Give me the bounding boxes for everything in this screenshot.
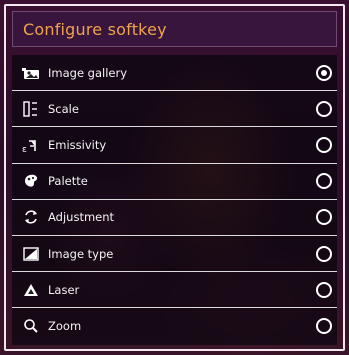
option-emissivity[interactable]: ε Emissivity bbox=[12, 127, 337, 164]
softkey-option-list: Image gallery Scale ε Emissivity Palette… bbox=[12, 55, 337, 345]
radio-unselected[interactable] bbox=[316, 318, 332, 335]
radio-unselected[interactable] bbox=[316, 136, 332, 153]
palette-icon bbox=[20, 172, 42, 190]
page-title: Configure softkey bbox=[23, 19, 167, 39]
image-gallery-icon bbox=[20, 64, 42, 82]
option-laser[interactable]: Laser bbox=[12, 272, 337, 309]
option-image-gallery[interactable]: Image gallery bbox=[12, 55, 337, 92]
radio-unselected[interactable] bbox=[316, 281, 332, 298]
emissivity-icon: ε bbox=[20, 136, 42, 154]
option-zoom[interactable]: Zoom bbox=[12, 308, 337, 345]
svg-text:ε: ε bbox=[22, 145, 27, 153]
image-type-icon bbox=[20, 245, 42, 263]
option-label: Palette bbox=[48, 174, 88, 189]
scale-icon bbox=[20, 100, 42, 118]
option-label: Image gallery bbox=[48, 65, 128, 80]
option-label: Emissivity bbox=[48, 137, 107, 152]
dialog-title-bar: Configure softkey bbox=[12, 11, 337, 47]
option-label: Laser bbox=[48, 282, 80, 297]
radio-unselected[interactable] bbox=[316, 100, 332, 117]
laser-icon bbox=[20, 281, 42, 299]
option-label: Image type bbox=[48, 246, 114, 261]
radio-unselected[interactable] bbox=[316, 173, 332, 190]
option-label: Scale bbox=[48, 101, 79, 116]
adjustment-icon bbox=[20, 208, 42, 226]
radio-unselected[interactable] bbox=[316, 209, 332, 226]
zoom-icon bbox=[20, 317, 42, 335]
radio-selected[interactable] bbox=[316, 64, 332, 81]
option-image-type[interactable]: Image type bbox=[12, 235, 337, 273]
radio-unselected[interactable] bbox=[316, 245, 332, 262]
option-label: Zoom bbox=[48, 319, 82, 334]
option-adjustment[interactable]: Adjustment bbox=[12, 199, 337, 236]
option-label: Adjustment bbox=[48, 210, 115, 225]
option-palette[interactable]: Palette bbox=[12, 163, 337, 200]
option-scale[interactable]: Scale bbox=[12, 91, 337, 128]
